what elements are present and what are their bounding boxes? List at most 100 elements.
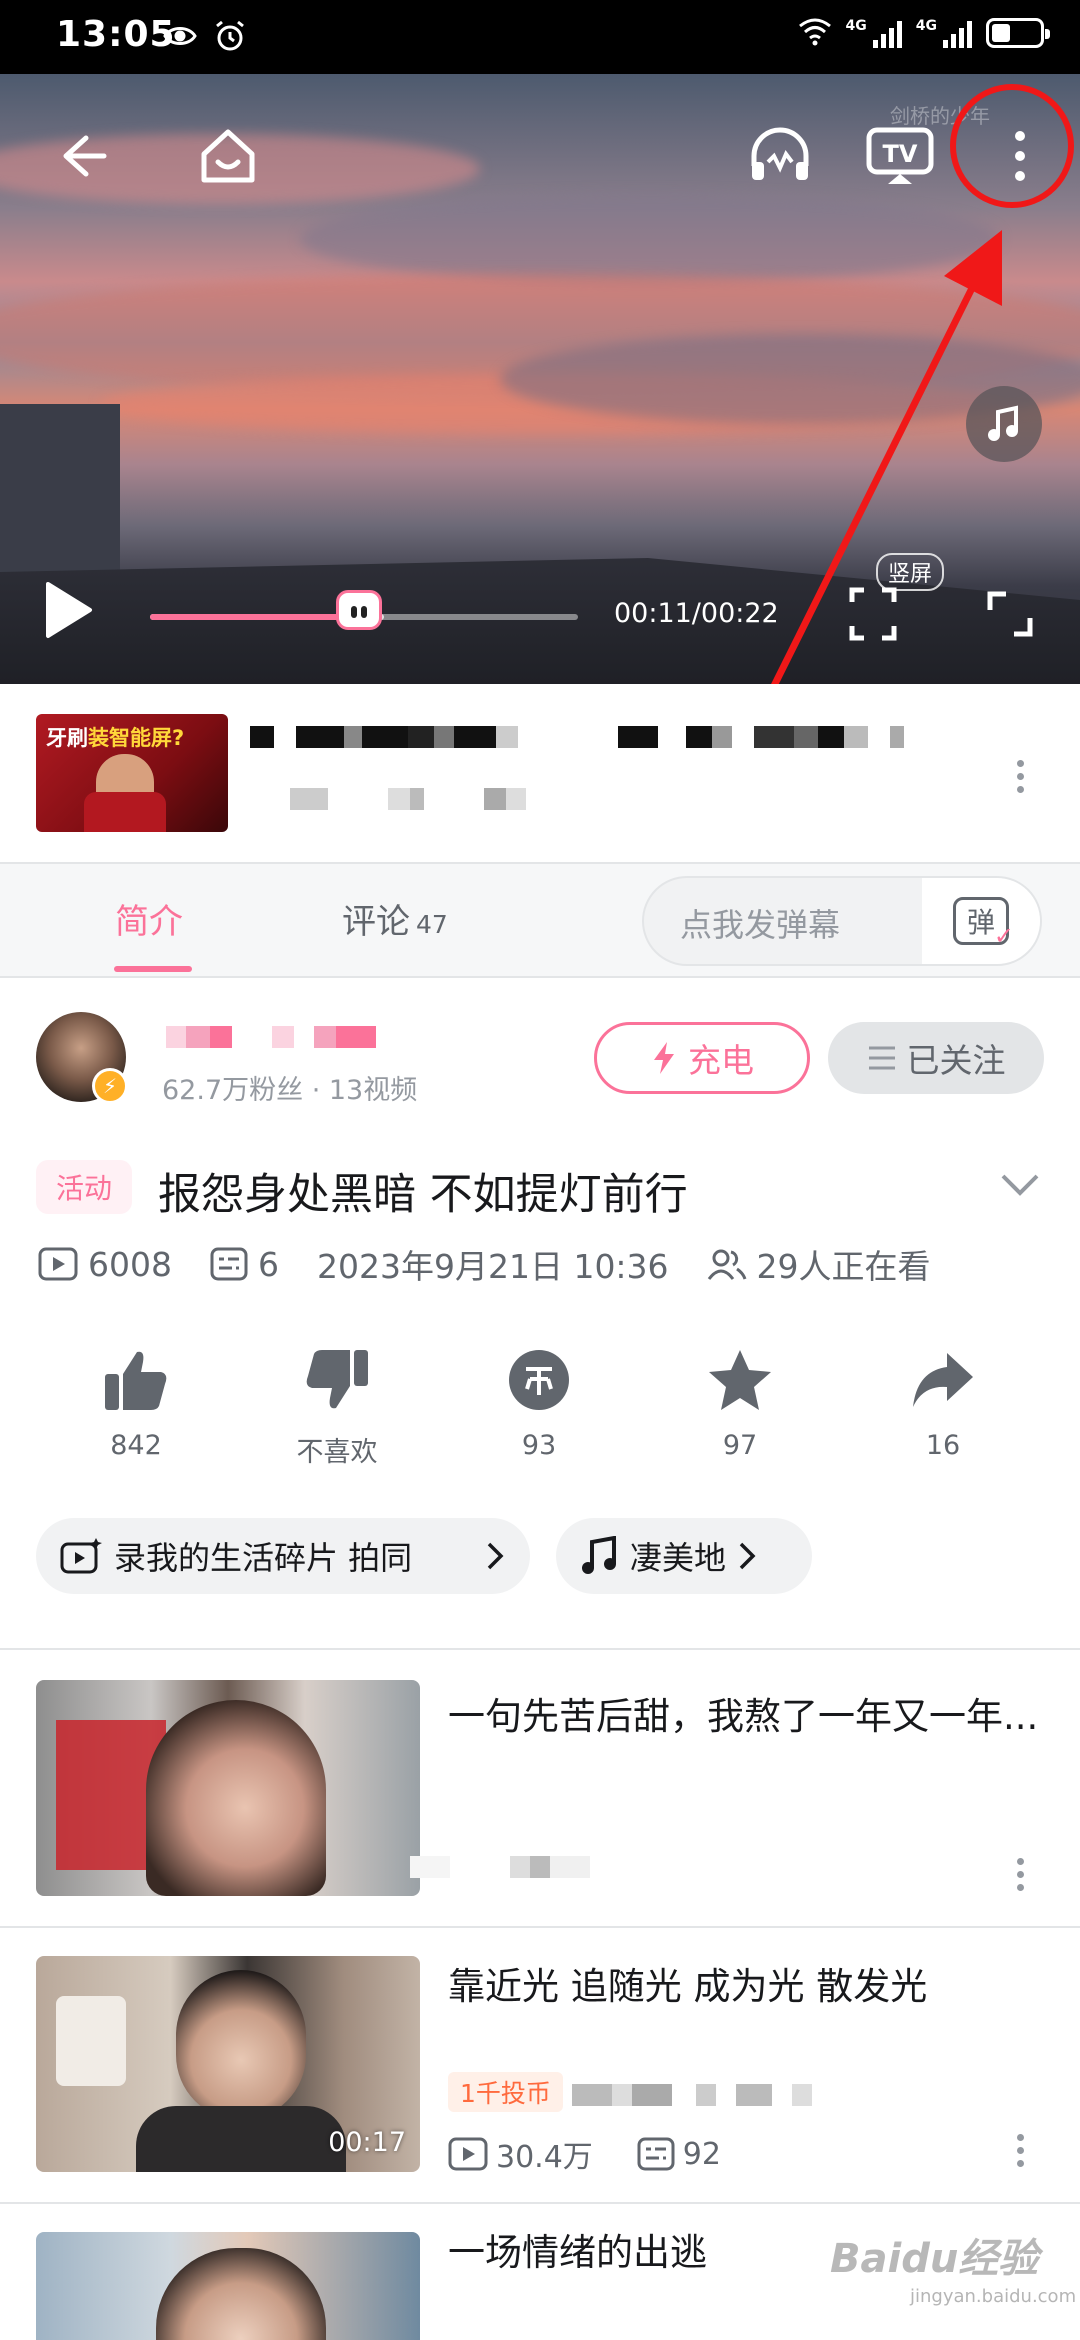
- danmaku-count: 6: [257, 1244, 279, 1284]
- video-title: 靠近光 追随光 成为光 散发光: [448, 1965, 928, 2008]
- share-arrow-icon: [913, 1353, 973, 1407]
- dislike-button[interactable]: 不喜欢: [267, 1340, 407, 1469]
- status-time: 13:05: [56, 14, 176, 55]
- chevron-down-icon: [1001, 1174, 1039, 1196]
- danmaku-count-icon: [210, 1247, 248, 1281]
- baidu-watermark-url: jingyan.baidu.com: [910, 2286, 1077, 2307]
- ad-thumb-caption: 牙刷装智能屏?: [46, 726, 185, 750]
- publish-time: 2023年9月21日 10:36: [316, 1247, 669, 1286]
- favorite-button[interactable]: 97: [670, 1340, 810, 1461]
- coin-count: 93: [521, 1430, 557, 1461]
- coin-button[interactable]: 93: [469, 1340, 609, 1461]
- share-count: 16: [925, 1430, 961, 1461]
- hot-tag: 1千投币: [448, 2072, 563, 2112]
- chevron-right-icon: [739, 1542, 756, 1570]
- back-button[interactable]: [54, 128, 110, 184]
- comments-count: 47: [416, 910, 448, 939]
- expand-button[interactable]: [1000, 1172, 1040, 1202]
- tab-comments[interactable]: 评论 47: [342, 894, 448, 943]
- back-arrow-icon: [63, 135, 107, 177]
- ad-thumbnail[interactable]: 牙刷装智能屏?: [36, 714, 228, 832]
- danmaku-icon: 弹: [953, 897, 1014, 950]
- headphones-icon: [751, 127, 809, 180]
- watching-count: 29人正在看: [756, 1247, 931, 1286]
- uploader-name-mosaic[interactable]: [166, 1026, 376, 1048]
- danmaku-placeholder: 点我发弹幕: [680, 906, 841, 944]
- status-bar: 13:05 4G 4G: [0, 0, 1080, 74]
- danmaku-toggle-button[interactable]: 弹: [922, 878, 1040, 964]
- topic-label: 录我的生活碎片 拍同: [114, 1539, 413, 1577]
- thumbs-up-icon: [105, 1351, 167, 1410]
- danmaku-count-icon: [637, 2137, 675, 2171]
- ad-banner[interactable]: 牙刷装智能屏?: [0, 684, 1080, 862]
- progress-thumb[interactable]: [336, 590, 382, 630]
- favorite-count: 97: [722, 1430, 758, 1461]
- view-count: 30.4万: [496, 2140, 593, 2175]
- svg-text:TV: TV: [883, 140, 918, 168]
- network-type-1: 4G: [845, 18, 867, 34]
- uploader-stats: 62.7万粉丝 · 13视频: [162, 1075, 418, 1106]
- follow-label: 已关注: [906, 1041, 1006, 1080]
- charge-label: 充电: [688, 1041, 754, 1080]
- stats-mosaic: [410, 1856, 590, 1878]
- danmaku-input[interactable]: 点我发弹幕 弹: [642, 876, 1042, 966]
- tag-mosaic: [572, 2084, 812, 2106]
- like-count: 842: [110, 1430, 162, 1461]
- annotation-circle: [950, 84, 1074, 208]
- lightning-icon: [654, 1042, 674, 1074]
- signal-icon-1: [872, 18, 902, 48]
- video-thumbnail[interactable]: 00:17: [36, 1956, 420, 2172]
- video-duration: 00:17: [328, 2127, 406, 2158]
- view-count: 6008: [88, 1244, 172, 1284]
- ad-subtitle-mosaic: [290, 788, 526, 810]
- danmaku-count: 92: [682, 2136, 721, 2172]
- chevron-right-icon: [487, 1542, 504, 1570]
- progress-bar[interactable]: [150, 590, 578, 630]
- video-meta: 6008 6 2023年9月21日 10:36 29人正在看: [38, 1240, 931, 1288]
- home-button[interactable]: [196, 124, 260, 188]
- play-button[interactable]: [40, 578, 96, 646]
- ad-title-mosaic: [250, 726, 904, 748]
- battery-icon: [986, 18, 1050, 48]
- audio-mode-button[interactable]: [748, 126, 812, 186]
- network-type-2: 4G: [915, 18, 937, 34]
- star-icon: [709, 1350, 771, 1410]
- alarm-icon: [212, 18, 248, 58]
- signal-icon-2: [943, 18, 972, 48]
- viewers-icon: [707, 1249, 746, 1280]
- progress-fill: [150, 614, 364, 620]
- tab-intro[interactable]: 简介: [115, 894, 183, 943]
- eye-icon: [162, 18, 198, 58]
- share-button[interactable]: 16: [873, 1340, 1013, 1461]
- play-count-icon: [38, 1247, 78, 1281]
- video-stats: 30.4万 92: [448, 2132, 721, 2176]
- ad-more-icon[interactable]: [1017, 760, 1024, 793]
- like-button[interactable]: 842: [66, 1340, 206, 1461]
- baidu-watermark: Baidu经验: [830, 2236, 1039, 2282]
- more-icon[interactable]: [1017, 1858, 1024, 1891]
- charge-button[interactable]: 充电: [594, 1022, 810, 1094]
- activity-tag[interactable]: 活动: [36, 1160, 133, 1214]
- coin-icon: [509, 1350, 569, 1410]
- lightning-badge-icon: ⚡: [92, 1068, 128, 1104]
- tab-active-indicator: [114, 966, 192, 972]
- follow-button[interactable]: 已关注: [828, 1022, 1044, 1094]
- tv-cast-button[interactable]: TV: [866, 126, 934, 186]
- play-icon: [46, 582, 92, 638]
- music-label: 凄美地: [630, 1539, 727, 1577]
- more-icon[interactable]: [1017, 2134, 1024, 2167]
- dislike-label: 不喜欢: [296, 1437, 378, 1468]
- video-title: 报怨身处黑暗 不如提灯前行: [158, 1170, 688, 1220]
- video-thumbnail[interactable]: [36, 1680, 420, 1896]
- thumbs-down-icon: [306, 1350, 368, 1409]
- play-count-icon: [448, 2137, 488, 2171]
- status-icons-right: 4G 4G: [798, 16, 1050, 50]
- video-title: 一句先苦后甜，我熬了一年又一年...: [448, 1695, 1039, 1738]
- topic-chip[interactable]: 录我的生活碎片 拍同: [36, 1518, 530, 1594]
- video-thumbnail[interactable]: [36, 2232, 420, 2340]
- music-chip[interactable]: 凄美地: [556, 1518, 812, 1594]
- home-icon: [201, 129, 255, 183]
- wifi-icon: [798, 16, 832, 50]
- status-icons-left: [162, 18, 248, 58]
- menu-lines-icon: [868, 1046, 895, 1070]
